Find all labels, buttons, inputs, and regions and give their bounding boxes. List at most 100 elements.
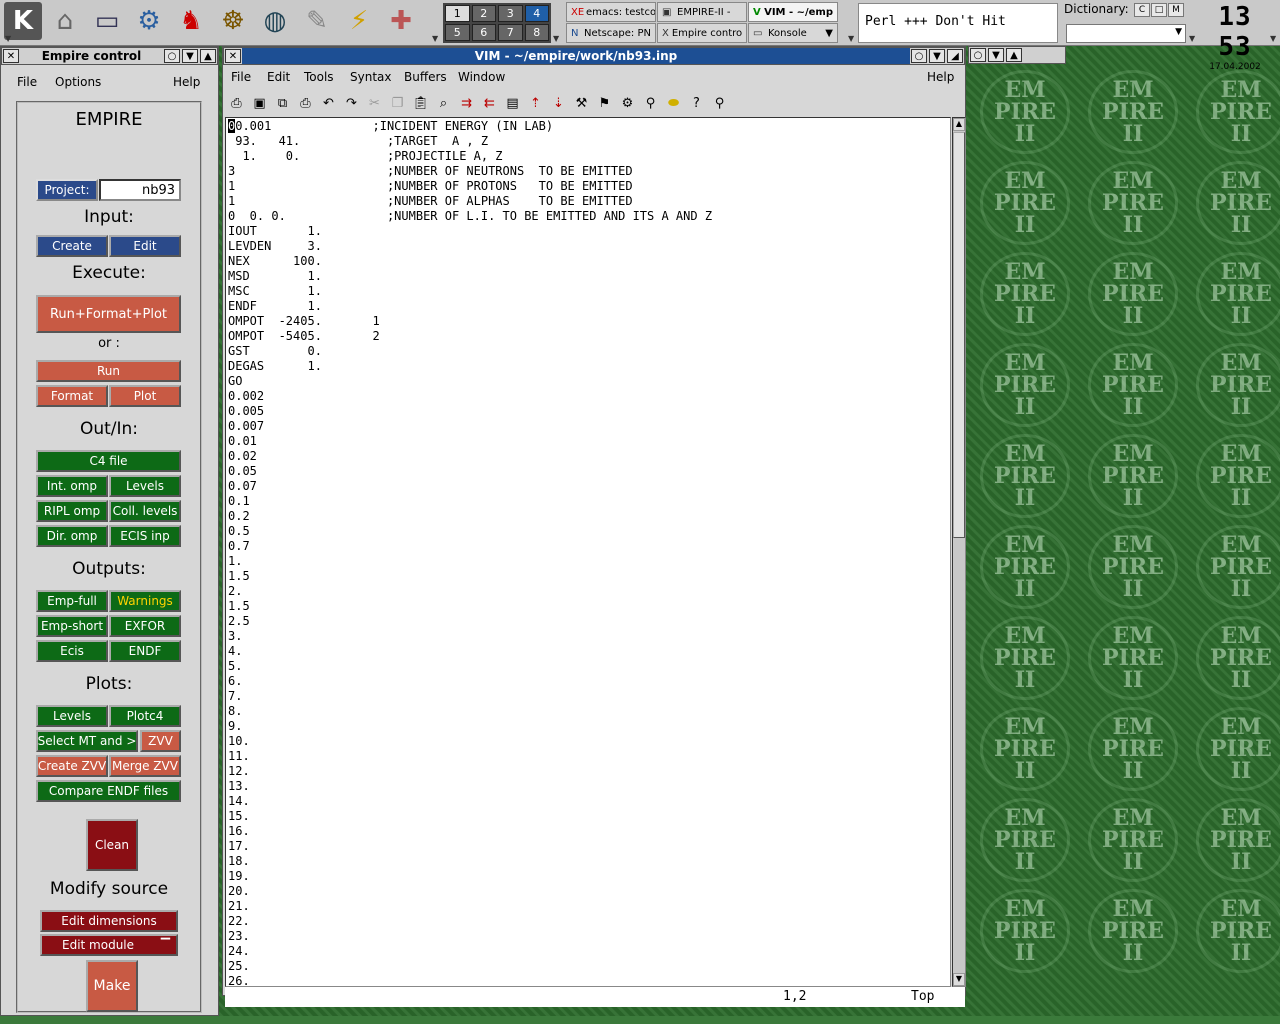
task-emacs[interactable]: XE emacs: testco: [566, 2, 656, 22]
shade-down-icon[interactable]: ▼: [182, 49, 198, 63]
emp-full-button[interactable]: Emp-full: [36, 590, 108, 612]
ecis-button[interactable]: Ecis: [36, 640, 108, 662]
find-next-icon[interactable]: ⇉: [457, 96, 476, 111]
menu-options[interactable]: Options: [55, 75, 101, 89]
merge-zvv-button[interactable]: Merge ZVV: [109, 755, 181, 777]
c4-file-button[interactable]: C4 file: [36, 450, 181, 472]
helm-icon[interactable]: ☸: [214, 2, 252, 40]
plot-levels-button[interactable]: Levels: [36, 705, 108, 727]
coll-levels-button[interactable]: Coll. levels: [109, 500, 181, 522]
empire-titlebar[interactable]: ✕ Empire control ○ ▼ ▲: [1, 47, 218, 65]
pager-desktop-6[interactable]: 6: [471, 24, 496, 41]
pager-desktop-2[interactable]: 2: [471, 5, 496, 22]
print-icon[interactable]: ⎙: [296, 96, 315, 111]
task-vim[interactable]: V VIM - ~/emp: [748, 2, 838, 22]
maximize-icon[interactable]: ▲: [200, 49, 216, 63]
bandage-icon[interactable]: ✚: [382, 2, 420, 40]
dictionary-input[interactable]: ▼: [1066, 24, 1186, 43]
edit-dimensions-button[interactable]: Edit dimensions: [40, 910, 178, 932]
pager-desktop-4[interactable]: 4: [524, 5, 549, 22]
zvv-button[interactable]: ZVV: [140, 730, 181, 752]
vim-text-area[interactable]: 00.001 ;INCIDENT ENERGY (IN LAB) 93. 41.…: [225, 117, 951, 987]
news-ticker[interactable]: Perl +++ Don't Hit: [858, 3, 1058, 43]
dict-clipboard-button[interactable]: C: [1134, 3, 1150, 17]
emp-short-button[interactable]: Emp-short: [36, 615, 108, 637]
open-icon[interactable]: ⎙: [227, 96, 246, 111]
project-button[interactable]: Project:: [36, 179, 98, 201]
pager-desktop-1[interactable]: 1: [445, 5, 470, 22]
menu-tools[interactable]: Tools: [304, 70, 334, 84]
iconify-icon[interactable]: ○: [911, 49, 927, 63]
edit-button[interactable]: Edit: [109, 235, 181, 257]
task-konsole[interactable]: ▭ Konsole ▼: [748, 23, 838, 43]
home-folder-icon[interactable]: ⌂: [46, 2, 84, 40]
edit-module-button[interactable]: Edit module ▔: [40, 934, 178, 956]
maximize-icon[interactable]: ◢: [947, 49, 963, 63]
plot-button[interactable]: Plot: [109, 385, 181, 407]
scroll-thumb[interactable]: [953, 132, 965, 538]
compare-endf-button[interactable]: Compare ENDF files: [36, 780, 181, 802]
clock[interactable]: 13 53 17.04.2002: [1202, 2, 1268, 72]
plotc4-button[interactable]: Plotc4: [109, 705, 181, 727]
make-button[interactable]: Make: [86, 960, 138, 1012]
format-button[interactable]: Format: [36, 385, 108, 407]
warnings-button[interactable]: Warnings: [109, 590, 181, 612]
paste-icon[interactable]: 📋︎: [411, 96, 430, 111]
menu-help[interactable]: Help: [927, 70, 954, 84]
menu-buffers[interactable]: Buffers: [404, 70, 447, 84]
task-empire[interactable]: ▣ EMPIRE-II -: [657, 2, 747, 22]
desktop-icon[interactable]: ▭: [88, 2, 126, 40]
pager-desktop-3[interactable]: 3: [498, 5, 523, 22]
undo-icon[interactable]: ↶: [319, 96, 338, 111]
endf-button[interactable]: ENDF: [109, 640, 181, 662]
control-center-icon[interactable]: ⚙: [130, 2, 168, 40]
upload-icon[interactable]: ⇡: [526, 96, 545, 111]
menu-syntax[interactable]: Syntax: [350, 70, 391, 84]
pager-desktop-5[interactable]: 5: [445, 24, 470, 41]
iconify-icon[interactable]: ○: [970, 48, 986, 62]
levels-button[interactable]: Levels: [109, 475, 181, 497]
konsole-icon[interactable]: ⚡: [340, 2, 378, 40]
ecis-inp-button[interactable]: ECIS inp: [109, 525, 181, 547]
find-icon[interactable]: ⌕: [434, 96, 453, 111]
pager-desktop-8[interactable]: 8: [524, 24, 549, 41]
project-input[interactable]: nb93: [99, 179, 181, 201]
dict-match-button[interactable]: M: [1168, 3, 1184, 17]
pager-desktop-7[interactable]: 7: [498, 24, 523, 41]
clean-button[interactable]: Clean: [86, 819, 138, 871]
menu-edit[interactable]: Edit: [267, 70, 290, 84]
ctags-icon[interactable]: ⚲: [641, 96, 660, 111]
arrow-down-icon[interactable]: ▼: [848, 34, 854, 43]
save-icon[interactable]: ▣: [250, 96, 269, 111]
redo-icon[interactable]: ↷: [342, 96, 361, 111]
run-button[interactable]: Run: [36, 360, 181, 382]
close-icon[interactable]: ✕: [225, 49, 241, 63]
vim-titlebar[interactable]: ✕ VIM - ~/empire/work/nb93.inp ○ ▼ ◢: [223, 47, 965, 65]
run-script-icon[interactable]: ⚒: [572, 96, 591, 111]
desktop-pager[interactable]: 1 2 3 4 5 6 7 8: [443, 3, 551, 43]
menu-window[interactable]: Window: [458, 70, 505, 84]
find-help-icon[interactable]: ⚲: [710, 96, 729, 111]
menu-file[interactable]: File: [17, 75, 37, 89]
arrow-down-icon[interactable]: ▼: [5, 34, 11, 43]
tag-jump-icon[interactable]: ⬬: [664, 96, 683, 111]
load-session-icon[interactable]: ▤: [503, 96, 522, 111]
arrow-down-icon[interactable]: ▼: [1270, 34, 1276, 43]
close-icon[interactable]: ✕: [3, 49, 19, 63]
save-all-icon[interactable]: ⧉: [273, 96, 292, 111]
find-prev-icon[interactable]: ⇇: [480, 96, 499, 111]
task-empire-control[interactable]: X Empire contro: [657, 23, 747, 43]
create-zvv-button[interactable]: Create ZVV: [36, 755, 108, 777]
iconify-icon[interactable]: ○: [164, 49, 180, 63]
scroll-up-icon[interactable]: ▲: [953, 118, 965, 131]
chevron-down-icon[interactable]: ▼: [1175, 27, 1182, 37]
task-netscape[interactable]: N Netscape: PN: [566, 23, 656, 43]
dict-window-button[interactable]: □: [1151, 3, 1167, 17]
cut-icon[interactable]: ✂: [365, 96, 384, 111]
arrow-down-icon[interactable]: ▼: [553, 34, 559, 43]
dir-omp-button[interactable]: Dir. omp: [36, 525, 108, 547]
globe-icon[interactable]: ◍: [256, 2, 294, 40]
exfor-button[interactable]: EXFOR: [109, 615, 181, 637]
create-button[interactable]: Create: [36, 235, 108, 257]
shade-down-icon[interactable]: ▼: [988, 48, 1004, 62]
